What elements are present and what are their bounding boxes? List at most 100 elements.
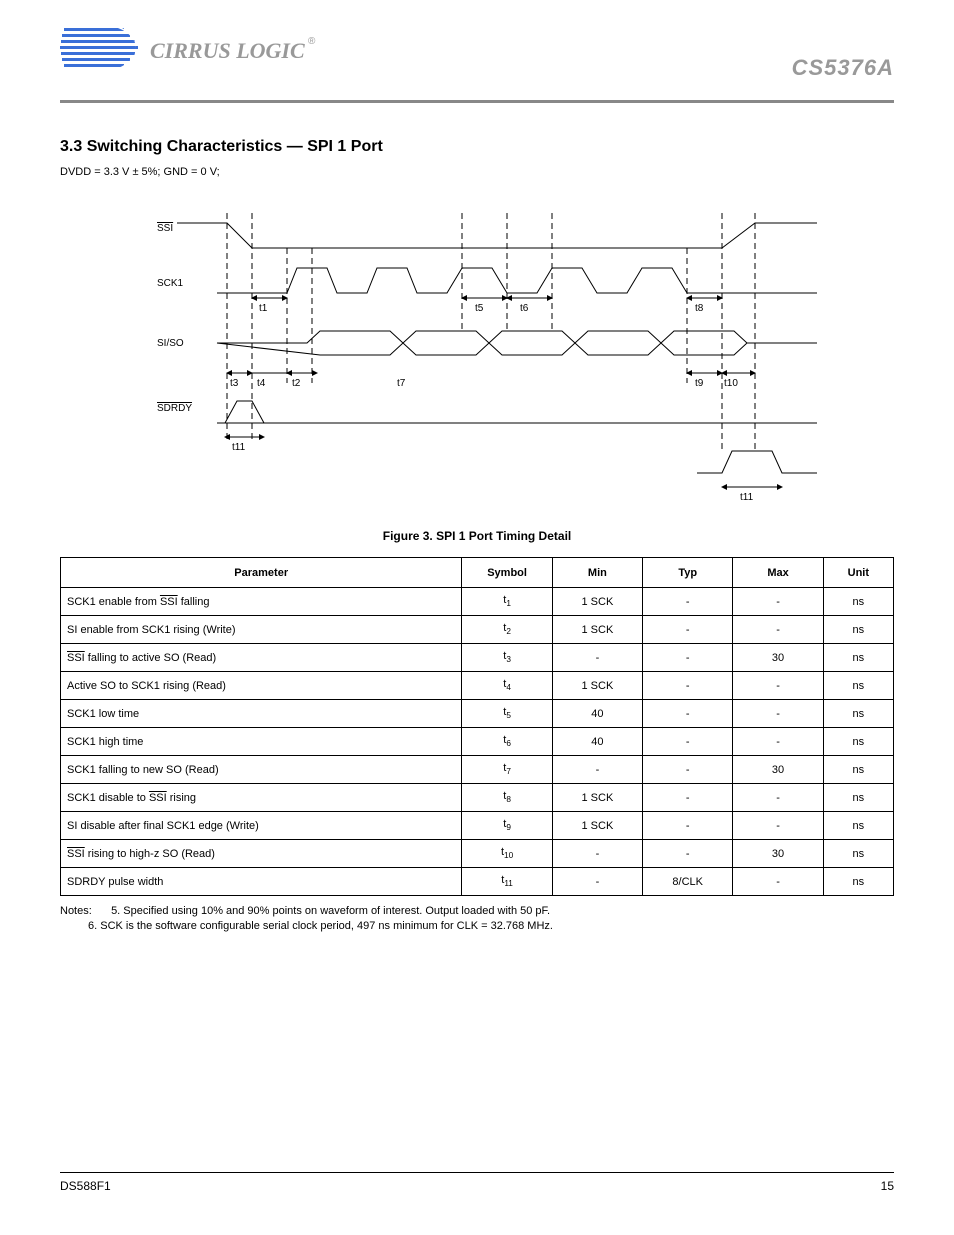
brand-text: CIRRUS LOGIC — [150, 38, 305, 63]
svg-text:t11: t11 — [740, 492, 754, 503]
notes: Notes: 5. Specified using 10% and 90% po… — [60, 904, 894, 935]
cell-symbol: t11 — [462, 868, 552, 896]
cirrus-logic-logo-icon: CIRRUS LOGIC ® — [60, 20, 330, 75]
col-parameter: Parameter — [61, 558, 462, 588]
cell-typ: - — [643, 644, 733, 672]
cell-min: - — [552, 644, 642, 672]
col-max: Max — [733, 558, 823, 588]
cell-unit: ns — [823, 784, 893, 812]
col-typ: Typ — [643, 558, 733, 588]
cell-min: - — [552, 756, 642, 784]
brand-logo: CIRRUS LOGIC ® — [60, 20, 894, 75]
cell-symbol: t4 — [462, 672, 552, 700]
cell-min: 1 SCK — [552, 672, 642, 700]
cell-parameter: SCK1 falling to new SO (Read) — [61, 756, 462, 784]
signal-ssi: SSI — [157, 223, 173, 234]
table-row: SCK1 enable from SSI fallingt11 SCK--ns — [61, 588, 894, 616]
cell-unit: ns — [823, 700, 893, 728]
cell-max: 30 — [733, 840, 823, 868]
cell-symbol: t3 — [462, 644, 552, 672]
cell-typ: - — [643, 616, 733, 644]
cell-symbol: t7 — [462, 756, 552, 784]
table-row: SCK1 high timet640--ns — [61, 728, 894, 756]
spec-table: Parameter Symbol Min Typ Max Unit SCK1 e… — [60, 557, 894, 896]
table-row: SSI falling to active SO (Read)t3--30ns — [61, 644, 894, 672]
cell-parameter: SI disable after final SCK1 edge (Write) — [61, 812, 462, 840]
cell-symbol: t6 — [462, 728, 552, 756]
cell-min: 40 — [552, 700, 642, 728]
cell-typ: - — [643, 728, 733, 756]
page-header: CIRRUS LOGIC ® CS5376A — [0, 0, 954, 100]
svg-text:t6: t6 — [520, 303, 529, 314]
cell-typ: - — [643, 840, 733, 868]
svg-text:t10: t10 — [724, 378, 738, 389]
signal-sck1: SCK1 — [157, 278, 184, 289]
svg-text:t3: t3 — [230, 378, 239, 389]
cell-typ: - — [643, 588, 733, 616]
cell-max: - — [733, 868, 823, 896]
cell-max: - — [733, 616, 823, 644]
cell-max: 30 — [733, 756, 823, 784]
table-row: SCK1 low timet540--ns — [61, 700, 894, 728]
cell-parameter: SSI rising to high-z SO (Read) — [61, 840, 462, 868]
cell-unit: ns — [823, 756, 893, 784]
cell-symbol: t9 — [462, 812, 552, 840]
cell-min: - — [552, 840, 642, 868]
footer-page: 15 — [881, 1179, 894, 1193]
note-6: 6. SCK is the software configurable seri… — [108, 919, 894, 934]
part-number: CS5376A — [792, 55, 894, 81]
cell-unit: ns — [823, 672, 893, 700]
cell-typ: 8/CLK — [643, 868, 733, 896]
cell-max: - — [733, 700, 823, 728]
cell-symbol: t2 — [462, 616, 552, 644]
cell-min: 40 — [552, 728, 642, 756]
table-row: SDRDY pulse widtht11-8/CLK-ns — [61, 868, 894, 896]
svg-text:t2: t2 — [292, 378, 301, 389]
cell-unit: ns — [823, 812, 893, 840]
table-row: SI disable after final SCK1 edge (Write)… — [61, 812, 894, 840]
page-footer: DS588F1 15 — [60, 1172, 894, 1193]
svg-text:t9: t9 — [695, 378, 704, 389]
svg-text:t7: t7 — [397, 378, 406, 389]
cell-max: - — [733, 784, 823, 812]
table-row: SCK1 falling to new SO (Read)t7--30ns — [61, 756, 894, 784]
cell-symbol: t10 — [462, 840, 552, 868]
svg-text:t4: t4 — [257, 378, 266, 389]
table-row: SSI rising to high-z SO (Read)t10--30ns — [61, 840, 894, 868]
section-condition: DVDD = 3.3 V ± 5%; GND = 0 V; — [60, 166, 894, 178]
table-row: Active SO to SCK1 rising (Read)t41 SCK--… — [61, 672, 894, 700]
svg-text:t8: t8 — [695, 303, 704, 314]
cell-unit: ns — [823, 644, 893, 672]
cell-max: - — [733, 672, 823, 700]
svg-text:t1: t1 — [259, 303, 268, 314]
cell-max: - — [733, 728, 823, 756]
svg-text:t5: t5 — [475, 303, 484, 314]
cell-parameter: SCK1 disable to SSI rising — [61, 784, 462, 812]
table-header: Parameter Symbol Min Typ Max Unit — [61, 558, 894, 588]
cell-parameter: SSI falling to active SO (Read) — [61, 644, 462, 672]
figure-caption: Figure 3. SPI 1 Port Timing Detail — [0, 529, 954, 543]
cell-parameter: SCK1 low time — [61, 700, 462, 728]
cell-min: 1 SCK — [552, 588, 642, 616]
cell-unit: ns — [823, 588, 893, 616]
cell-symbol: t5 — [462, 700, 552, 728]
cell-typ: - — [643, 784, 733, 812]
cell-unit: ns — [823, 616, 893, 644]
cell-parameter: SCK1 enable from SSI falling — [61, 588, 462, 616]
cell-typ: - — [643, 700, 733, 728]
col-symbol: Symbol — [462, 558, 552, 588]
cell-symbol: t1 — [462, 588, 552, 616]
cell-unit: ns — [823, 728, 893, 756]
header-rule — [60, 100, 894, 103]
cell-parameter: Active SO to SCK1 rising (Read) — [61, 672, 462, 700]
svg-text:®: ® — [308, 36, 316, 47]
table-row: SCK1 disable to SSI risingt81 SCK--ns — [61, 784, 894, 812]
section-title: 3.3 Switching Characteristics — SPI 1 Po… — [60, 138, 894, 156]
cell-min: 1 SCK — [552, 616, 642, 644]
col-unit: Unit — [823, 558, 893, 588]
cell-unit: ns — [823, 868, 893, 896]
cell-max: 30 — [733, 644, 823, 672]
cell-parameter: SDRDY pulse width — [61, 868, 462, 896]
cell-unit: ns — [823, 840, 893, 868]
footer-docid: DS588F1 — [60, 1179, 111, 1193]
